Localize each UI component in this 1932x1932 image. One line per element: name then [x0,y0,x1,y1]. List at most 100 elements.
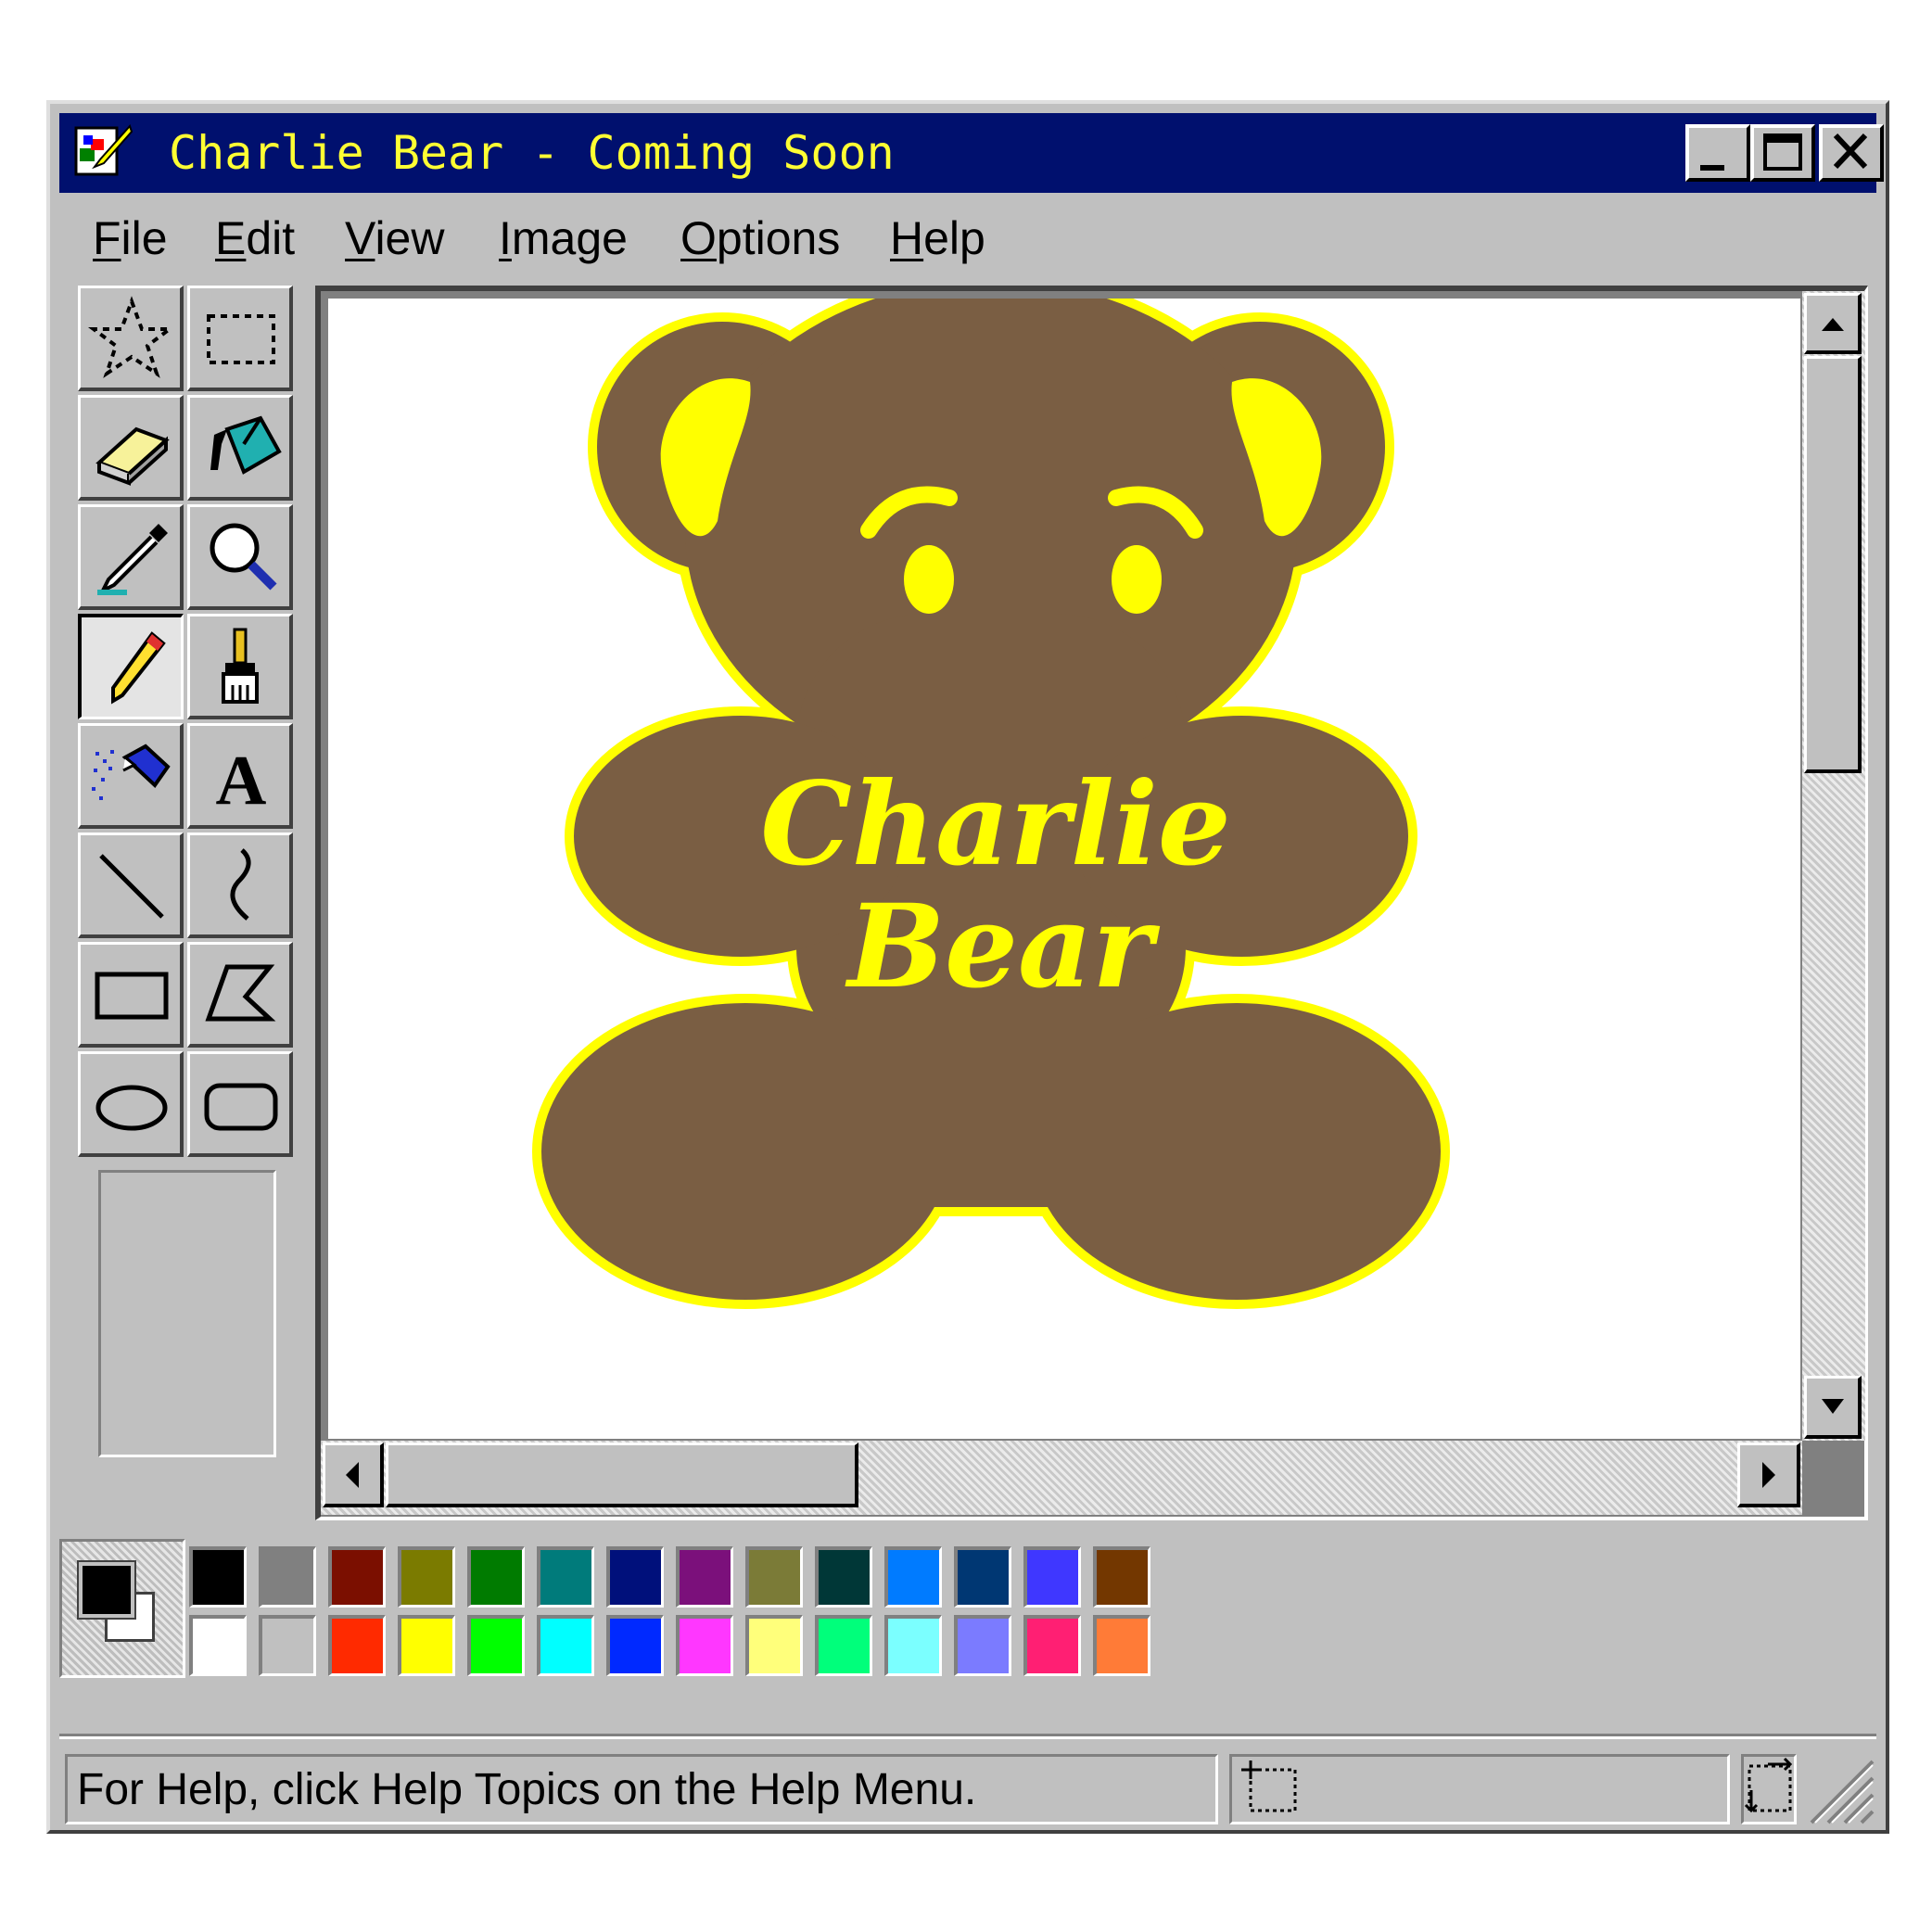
palette-color-swatch[interactable] [328,1546,386,1608]
palette-color-swatch[interactable] [189,1546,247,1608]
palette-color-swatch[interactable] [1023,1546,1081,1608]
palette-color-swatch[interactable] [259,1615,316,1676]
menu-file[interactable]: File [93,206,168,271]
vertical-scrollbar[interactable] [1802,291,1865,1441]
palette-color-swatch[interactable] [815,1546,872,1608]
horizontal-scroll-thumb[interactable] [386,1443,858,1507]
palette-color-swatch[interactable] [676,1615,733,1676]
tool-select[interactable] [187,286,293,391]
svg-text:A: A [216,742,267,820]
palette-color-swatch[interactable] [676,1546,733,1608]
maximize-button[interactable] [1750,124,1815,182]
palette-color-swatch[interactable] [467,1546,525,1608]
ellipse-icon [95,1085,168,1131]
minimize-button[interactable] [1685,124,1750,182]
bear-text-line2: Bear [845,880,1160,1014]
resize-grip-icon[interactable] [1802,1752,1876,1826]
polygon-icon [205,964,276,1022]
tool-fill-with-color[interactable] [187,395,293,501]
palette-color-swatch[interactable] [745,1615,803,1676]
palette-color-swatch[interactable] [259,1546,316,1608]
tool-brush[interactable] [187,614,293,719]
tool-pencil[interactable] [78,614,184,719]
palette-color-swatch[interactable] [537,1546,594,1608]
drawing-canvas[interactable]: Charlie Bear [328,299,1800,1439]
tool-pick-color[interactable] [78,504,184,610]
close-button[interactable] [1819,124,1884,182]
color-box [59,1539,1172,1687]
bear-text-line1: Charlie [760,757,1231,892]
status-bar: For Help, click Help Topics on the Help … [59,1734,1876,1826]
tool-options-panel[interactable] [98,1170,276,1457]
vertical-scroll-thumb[interactable] [1804,356,1862,773]
tool-line[interactable] [78,833,184,938]
paint-bucket-icon [210,415,282,475]
scroll-up-button[interactable] [1804,293,1862,354]
canvas-frame: Charlie Bear [315,286,1868,1520]
bear-left-eye [904,545,954,614]
tool-rectangle[interactable] [78,942,184,1048]
scroll-right-button[interactable] [1737,1443,1800,1507]
palette-color-swatch[interactable] [884,1546,942,1608]
scroll-down-button[interactable] [1804,1376,1862,1439]
eyedropper-icon [97,524,168,595]
tool-ellipse[interactable] [78,1051,184,1157]
magnifier-icon [210,523,277,591]
menu-options[interactable]: Options [680,206,840,271]
palette-color-swatch[interactable] [189,1615,247,1676]
scroll-left-button[interactable] [323,1443,384,1507]
curve-icon [230,848,251,921]
window-title: Charlie Bear - Coming Soon [169,126,895,180]
palette-color-swatch[interactable] [328,1615,386,1676]
tool-rounded-rectangle[interactable] [187,1051,293,1157]
arrow-right-icon [1762,1462,1775,1488]
brush-icon [222,628,259,704]
horizontal-scrollbar[interactable] [321,1441,1802,1515]
selection-position-icon [1241,1760,1297,1812]
arrow-down-icon [1822,1399,1844,1414]
title-bar[interactable]: Charlie Bear - Coming Soon [59,113,1884,193]
paint-app-icon [74,124,133,176]
rect-select-icon [207,314,275,364]
menu-view[interactable]: View [345,206,444,271]
palette-color-swatch[interactable] [1023,1615,1081,1676]
palette-color-swatch[interactable] [467,1615,525,1676]
charlie-bear-artwork: Charlie Bear [328,299,1800,1439]
current-colors-indicator[interactable] [59,1539,185,1678]
arrow-up-icon [1822,318,1844,331]
tool-polygon[interactable] [187,942,293,1048]
paint-window: Charlie Bear - Coming Soon File Edit Vie… [46,100,1889,1834]
palette-color-swatch[interactable] [884,1615,942,1676]
line-icon [99,854,164,919]
minimize-icon [1700,165,1724,171]
palette-color-swatch[interactable] [398,1546,455,1608]
palette-color-swatch[interactable] [606,1546,664,1608]
palette-color-swatch[interactable] [398,1615,455,1676]
status-separator [59,1734,1876,1739]
selection-size-icon [1744,1757,1793,1813]
airbrush-icon [92,744,171,800]
palette-color-swatch[interactable] [954,1615,1011,1676]
bear-right-eye [1112,545,1162,614]
palette-color-swatch[interactable] [1093,1615,1150,1676]
star-select-icon [88,296,175,378]
menu-help[interactable]: Help [890,206,985,271]
palette-color-swatch[interactable] [954,1546,1011,1608]
tool-text[interactable]: A [187,723,293,829]
tool-airbrush[interactable] [78,723,184,829]
palette-color-swatch[interactable] [815,1615,872,1676]
palette-color-swatch[interactable] [537,1615,594,1676]
palette-color-swatch[interactable] [606,1615,664,1676]
palette-color-swatch[interactable] [1093,1546,1150,1608]
palette-color-swatch[interactable] [745,1546,803,1608]
tool-curve[interactable] [187,833,293,938]
tool-free-form-select[interactable] [78,286,184,391]
menu-image[interactable]: Image [499,206,628,271]
arrow-left-icon [346,1462,359,1488]
tool-eraser[interactable] [78,395,184,501]
tool-box: A [78,286,297,1157]
close-icon [1833,133,1868,170]
status-help-panel: For Help, click Help Topics on the Help … [65,1754,1218,1824]
menu-edit[interactable]: Edit [215,206,295,271]
tool-magnifier[interactable] [187,504,293,610]
